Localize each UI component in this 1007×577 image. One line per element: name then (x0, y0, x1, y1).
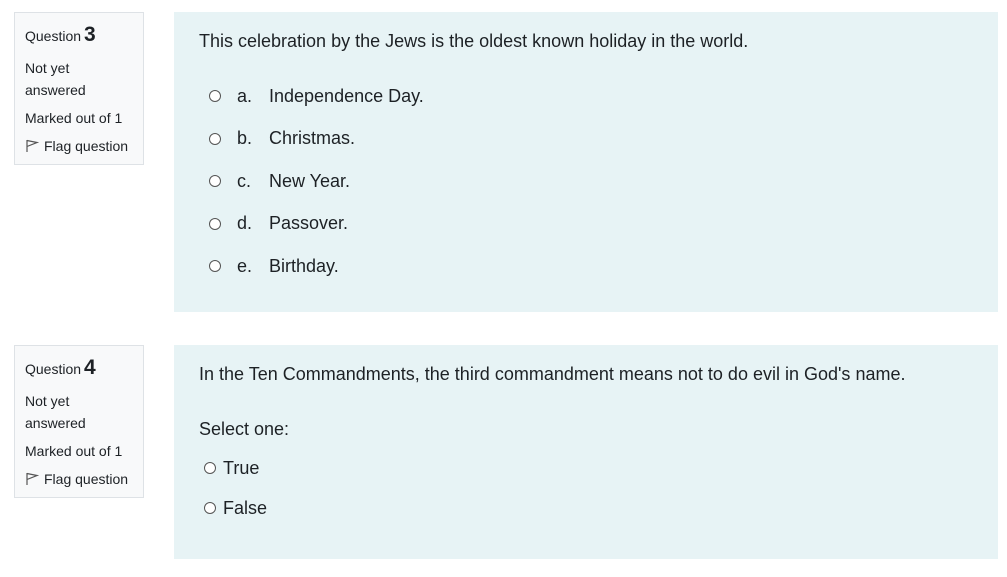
flag-question-link[interactable]: Flag question (25, 471, 133, 487)
answer-letter: d. (237, 213, 253, 234)
question-number-value: 3 (84, 23, 96, 46)
question-number: Question 3 (25, 23, 133, 47)
question-label: Question (25, 28, 82, 44)
radio-button[interactable] (209, 132, 221, 145)
answer-label[interactable]: True (223, 458, 259, 479)
question-number-value: 4 (84, 356, 96, 379)
answer-label[interactable]: Christmas. (269, 128, 355, 149)
radio-button[interactable] (209, 260, 221, 273)
question-label: Question (25, 361, 82, 377)
question-4-content: In the Ten Commandments, the third comma… (174, 345, 998, 559)
question-text: In the Ten Commandments, the third comma… (199, 364, 906, 384)
answer-option-true[interactable]: True (199, 448, 973, 488)
answer-option-a[interactable]: a. Independence Day. (199, 75, 973, 118)
question-3-info: Question 3 Not yet answered Marked out of… (14, 12, 144, 165)
answer-option-d[interactable]: d. Passover. (199, 203, 973, 246)
question-state: Not yet answered (25, 60, 86, 98)
question-text: This celebration by the Jews is the olde… (199, 31, 749, 51)
question-grade: Marked out of 1 (25, 110, 123, 126)
radio-button[interactable] (209, 217, 221, 230)
flag-question-label: Flag question (44, 471, 129, 487)
answer-label[interactable]: New Year. (269, 171, 350, 192)
question-state: Not yet answered (25, 393, 86, 431)
answer-letter: b. (237, 128, 253, 149)
question-number: Question 4 (25, 356, 133, 380)
flag-icon (25, 139, 39, 153)
answer-option-b[interactable]: b. Christmas. (199, 118, 973, 161)
question-grade: Marked out of 1 (25, 443, 123, 459)
question-4-info: Question 4 Not yet answered Marked out of… (14, 345, 144, 498)
flag-question-link[interactable]: Flag question (25, 138, 133, 154)
select-one-prompt: Select one: (199, 419, 290, 439)
answer-option-c[interactable]: c. New Year. (199, 160, 973, 203)
answer-list: a. Independence Day. b. Christmas. c. Ne… (199, 75, 973, 288)
question-3-content: This celebration by the Jews is the olde… (174, 12, 998, 312)
answer-label[interactable]: Passover. (269, 213, 348, 234)
answer-label[interactable]: False (223, 498, 267, 519)
radio-button[interactable] (209, 90, 221, 103)
answer-option-e[interactable]: e. Birthday. (199, 245, 973, 288)
answer-label[interactable]: Independence Day. (269, 86, 424, 107)
flag-question-label: Flag question (44, 138, 129, 154)
answer-letter: e. (237, 255, 253, 276)
radio-button[interactable] (204, 502, 216, 514)
answer-label[interactable]: Birthday. (269, 256, 339, 277)
flag-icon (25, 472, 39, 486)
answer-letter: a. (237, 85, 253, 106)
answer-option-false[interactable]: False (199, 488, 973, 528)
answer-letter: c. (237, 170, 252, 191)
radio-button[interactable] (204, 462, 216, 474)
radio-button[interactable] (209, 175, 221, 188)
